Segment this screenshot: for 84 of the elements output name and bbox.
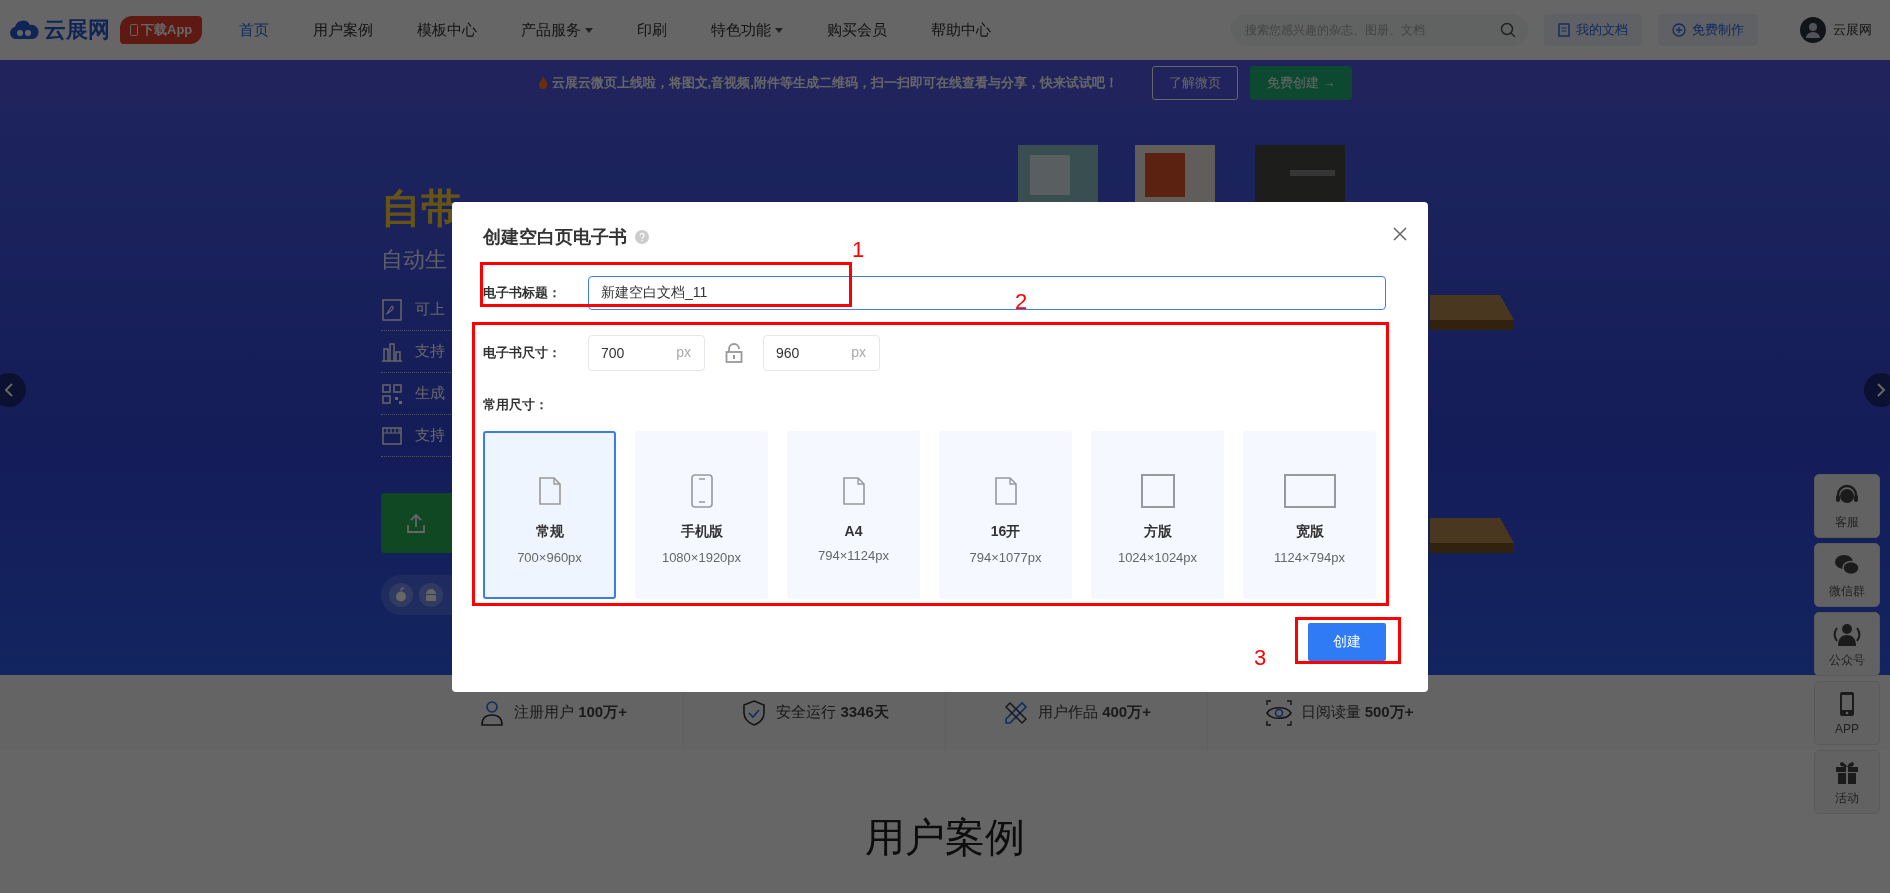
- annotation-number: 3: [1254, 646, 1267, 670]
- flame-icon: [537, 76, 548, 89]
- eye-icon: [1264, 698, 1293, 727]
- size-preset-card[interactable]: 宽版 1124×794px: [1243, 431, 1376, 599]
- free-make-button[interactable]: 免费制作: [1658, 14, 1758, 46]
- film-icon: [381, 424, 403, 447]
- feature-text: 可上: [415, 300, 445, 319]
- preset-size: 1124×794px: [1274, 550, 1345, 565]
- dialog-title: 创建空白页电子书: [483, 226, 627, 249]
- sidebar-tile[interactable]: 公众号: [1814, 612, 1880, 676]
- field-label: 电子书标题：: [483, 284, 562, 302]
- learn-more-button[interactable]: 了解微页: [1151, 65, 1238, 100]
- size-preset-card[interactable]: 16开 794×1077px: [939, 431, 1072, 599]
- section-label: 常用尺寸：: [483, 396, 549, 414]
- preset-size: 1024×1024px: [1117, 550, 1198, 565]
- size-preset-card[interactable]: 方版 1024×1024px: [1091, 431, 1224, 599]
- nav-item[interactable]: 购买会员: [827, 20, 888, 40]
- preset-name: 宽版: [1295, 523, 1324, 541]
- create-button[interactable]: 创建: [1308, 623, 1386, 661]
- unit-label: px: [676, 344, 691, 360]
- section-heading: 用户案例: [865, 814, 1025, 861]
- sidebar-tile[interactable]: 客服: [1814, 474, 1880, 538]
- bar-chart-icon: [381, 340, 403, 363]
- preset-size: 1080×1920px: [661, 550, 742, 565]
- feature-text: 支持: [415, 426, 445, 445]
- nav-item[interactable]: 特色功能: [711, 20, 784, 40]
- stat-text: 安全运行 3346天: [776, 703, 889, 722]
- unit-label: px: [851, 344, 866, 360]
- nav-item[interactable]: 用户案例: [313, 20, 374, 40]
- chevron-right-icon: [1876, 382, 1886, 398]
- stat-text: 用户作品 400万+: [1038, 703, 1151, 722]
- preset-name: 16开: [990, 523, 1021, 541]
- create-free-button[interactable]: 免费创建 →: [1249, 65, 1353, 100]
- nav-item[interactable]: 模板中心: [417, 20, 478, 40]
- feature-text: 支持: [415, 342, 445, 361]
- hero-subtitle: 自动生: [381, 246, 447, 274]
- help-icon[interactable]: [635, 230, 649, 244]
- unlocked-lock-icon[interactable]: [725, 343, 743, 363]
- preset-name: 手机版: [680, 523, 723, 541]
- sidebar-tile[interactable]: 微信群: [1814, 543, 1880, 607]
- upload-icon: [405, 512, 427, 534]
- annotation-number: 1: [852, 238, 865, 262]
- announcement-text: 云展云微页上线啦，将图文,音视频,附件等生成二维码，扫一扫即可在线查看与分享，快来试试吧！: [551, 73, 1118, 92]
- search-icon: [1500, 22, 1516, 38]
- preset-size: 794×1077px: [969, 550, 1042, 565]
- rectangle-icon: [1283, 473, 1336, 509]
- my-docs-button[interactable]: 我的文档: [1544, 14, 1642, 46]
- user-name[interactable]: 云展网: [1833, 21, 1872, 39]
- document-icon: [1558, 23, 1570, 37]
- preset-size: 794×1124px: [818, 548, 889, 563]
- nav-item[interactable]: 产品服务: [521, 20, 594, 40]
- nav-item[interactable]: 印刷: [637, 20, 668, 40]
- size-preset-card[interactable]: A4 794×1124px: [787, 431, 920, 599]
- cloud-logo-icon: [8, 19, 40, 41]
- sidebar-tile[interactable]: APP: [1814, 681, 1880, 745]
- hero-heading: 自带: [381, 185, 461, 232]
- phone-icon: [130, 24, 138, 36]
- stat-text: 日阅读量 500万+: [1300, 703, 1414, 722]
- preset-name: 常规: [535, 523, 564, 541]
- pdf-icon: [381, 298, 403, 321]
- previous-slide-button[interactable]: [0, 373, 26, 407]
- preset-size: 700×960px: [517, 550, 582, 565]
- nav-item[interactable]: 帮助中心: [931, 20, 992, 40]
- nav-item[interactable]: 首页: [239, 20, 270, 40]
- phone-icon: [690, 473, 713, 509]
- stat-text: 注册用户 100万+: [514, 703, 627, 722]
- chevron-left-icon: [4, 382, 14, 398]
- size-preset-card[interactable]: 常规 700×960px: [483, 431, 616, 599]
- download-app-badge[interactable]: 下载App: [120, 16, 203, 44]
- field-label: 电子书尺寸：: [483, 344, 562, 362]
- square-icon: [1140, 473, 1175, 509]
- upload-button[interactable]: [381, 493, 452, 553]
- sidebar-tile[interactable]: 活动: [1814, 750, 1880, 814]
- logo-text: 云展网: [44, 16, 110, 44]
- person-icon: [478, 698, 506, 727]
- avatar-icon[interactable]: [1800, 17, 1826, 43]
- plus-circle-icon: [1672, 23, 1686, 37]
- size-preset-card[interactable]: 手机版 1080×1920px: [635, 431, 768, 599]
- preset-name: A4: [844, 523, 863, 539]
- feature-text: 生成: [415, 384, 445, 403]
- close-icon[interactable]: [1392, 226, 1408, 242]
- preset-name: 方版: [1143, 523, 1172, 541]
- next-slide-button[interactable]: [1864, 373, 1890, 407]
- qr-code-icon: [381, 382, 403, 405]
